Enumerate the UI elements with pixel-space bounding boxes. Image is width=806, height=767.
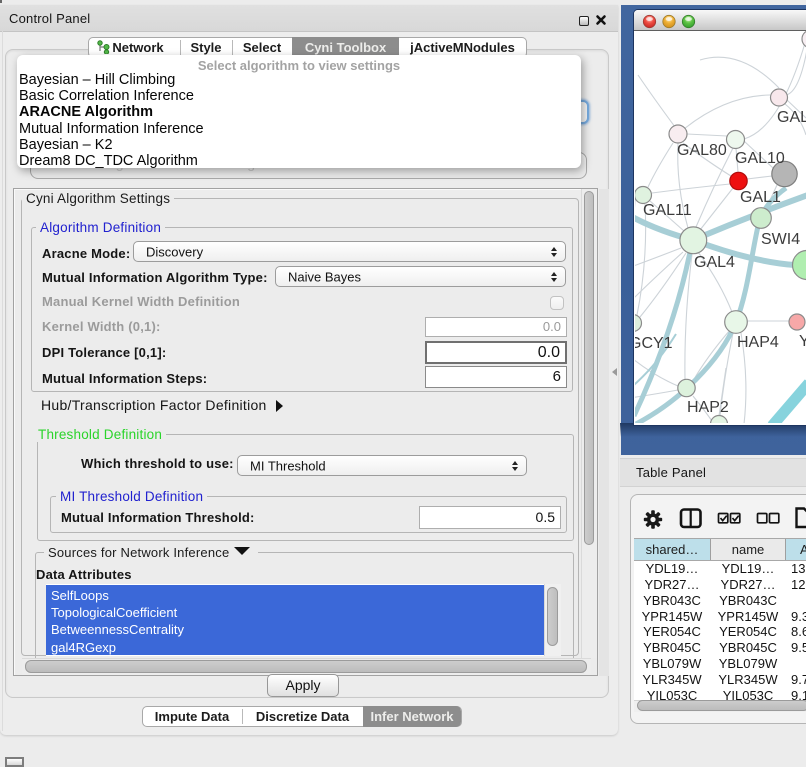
svg-text:GAL80: GAL80 [677, 142, 727, 159]
svg-text:SWI4: SWI4 [761, 231, 800, 248]
svg-text:HAP4: HAP4 [737, 334, 779, 351]
svg-text:GAL11: GAL11 [643, 202, 692, 219]
svg-text:GAL1: GAL1 [740, 189, 781, 206]
svg-text:GAL4: GAL4 [694, 254, 735, 271]
svg-text:YEL0: YEL0 [799, 333, 806, 350]
svg-text:HAP2: HAP2 [687, 399, 729, 416]
svg-text:GCY1: GCY1 [635, 335, 673, 352]
svg-text:GAL10: GAL10 [735, 150, 785, 167]
svg-text:GAL2: GAL2 [777, 109, 806, 126]
